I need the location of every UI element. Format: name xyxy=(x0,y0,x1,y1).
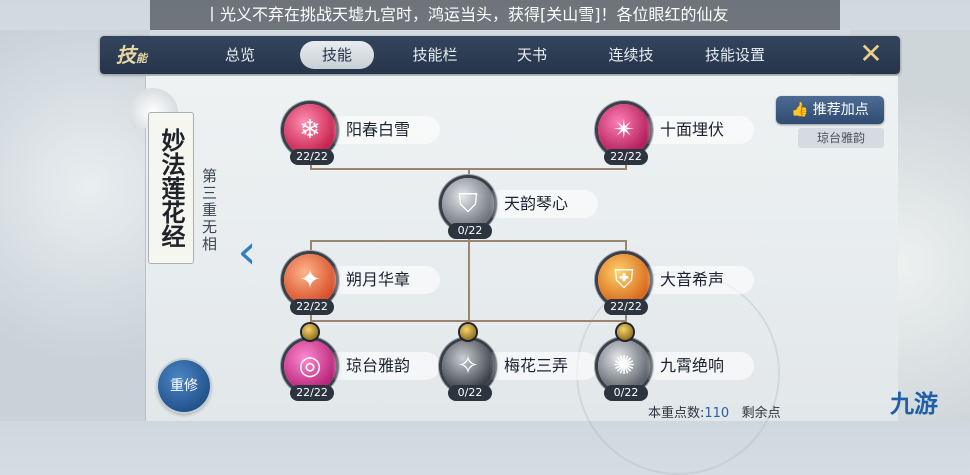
skill-node[interactable]: ✦ 朔月华章 22/22 xyxy=(284,254,444,315)
tab-skill-bar[interactable]: 技能栏 xyxy=(400,36,470,74)
chevron-left-icon[interactable]: ‹ xyxy=(232,226,262,278)
tree-line xyxy=(468,242,470,320)
tree-line xyxy=(310,320,626,322)
skill-name: 阳春白雪 xyxy=(346,120,411,139)
skill-level: 0/22 xyxy=(604,385,648,401)
lock-icon xyxy=(302,324,318,340)
skill-node[interactable]: ✧ 梅花三弄 0/22 xyxy=(442,340,602,401)
tab-overview[interactable]: 总览 xyxy=(212,36,268,74)
skill-name: 十面埋伏 xyxy=(660,120,725,139)
skill-name: 九霄绝响 xyxy=(660,356,725,375)
lock-icon xyxy=(617,324,633,340)
skill-level: 22/22 xyxy=(604,299,648,315)
book-title: 妙法莲花经 xyxy=(148,112,194,264)
tab-heavenly-book[interactable]: 天书 xyxy=(500,36,564,74)
recommend-preset-label: 琼台雅韵 xyxy=(798,128,884,148)
tree-line xyxy=(625,240,627,254)
skill-level: 0/22 xyxy=(448,385,492,401)
skill-level: 22/22 xyxy=(290,149,334,165)
skill-node[interactable]: ⛉ 天韵琴心 0/22 xyxy=(442,178,602,239)
points-readout: 本重点数:110 剩余点 xyxy=(648,406,781,421)
announcement-banner: 丨光义不弃在挑战天墟九宫时，鸿运当头，获得[关山雪]！各位眼红的仙友 xyxy=(150,0,840,30)
skill-name: 朔月华章 xyxy=(346,270,411,289)
announcement-text: 丨光义不弃在挑战天墟九宫时，鸿运当头，获得[关山雪]！各位眼红的仙友 xyxy=(204,5,729,24)
rebuild-button[interactable]: 重修 xyxy=(158,360,210,412)
site-watermark: 九游 xyxy=(890,390,938,418)
skill-name: 梅花三弄 xyxy=(504,356,569,375)
recommend-points-button[interactable]: 👍 推荐加点 xyxy=(776,96,884,124)
skill-level: 22/22 xyxy=(290,299,334,315)
game-screen: 丨光义不弃在挑战天墟九宫时，鸿运当头，获得[关山雪]！各位眼红的仙友 技能 总览… xyxy=(0,0,970,475)
thumbs-up-icon: 👍 xyxy=(791,102,809,118)
tab-skills[interactable]: 技能 xyxy=(300,41,374,69)
skill-node[interactable]: ✴ 十面埋伏 22/22 xyxy=(598,104,758,165)
skill-level: 22/22 xyxy=(290,385,334,401)
skill-node[interactable]: ◎ 琼台雅韵 22/22 xyxy=(284,340,444,401)
close-icon[interactable]: ✕ xyxy=(858,40,884,68)
skill-level: 0/22 xyxy=(448,223,492,239)
skill-level: 22/22 xyxy=(604,149,648,165)
book-subtitle: 第三重无相 xyxy=(200,168,218,253)
skill-logo: 技能 xyxy=(116,43,147,67)
skill-node[interactable]: ❄ 阳春白雪 22/22 xyxy=(284,104,444,165)
skill-name: 天韵琴心 xyxy=(504,194,569,213)
skill-node[interactable]: ✺ 九霄绝响 0/22 xyxy=(598,340,758,401)
skill-name: 琼台雅韵 xyxy=(346,356,411,375)
top-tab-bar: 技能 总览 技能 技能栏 天书 连续技 技能设置 xyxy=(100,36,900,74)
tab-skill-settings[interactable]: 技能设置 xyxy=(690,36,780,74)
skill-node[interactable]: ⛨ 大音希声 22/22 xyxy=(598,254,758,315)
lock-icon xyxy=(460,324,476,340)
tab-combo[interactable]: 连续技 xyxy=(596,36,666,74)
tree-line xyxy=(310,240,312,254)
skill-name: 大音希声 xyxy=(660,270,725,289)
